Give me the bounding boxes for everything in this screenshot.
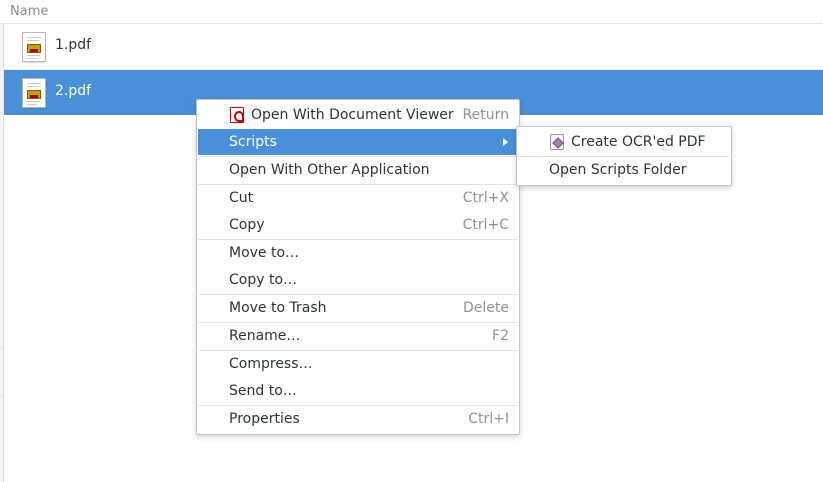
menu-item-label: Scripts xyxy=(229,134,277,150)
script-icon xyxy=(550,134,564,150)
menu-item-accel: Ctrl+X xyxy=(462,190,509,206)
scripts-submenu: Create OCR'ed PDF Open Scripts Folder xyxy=(516,126,732,186)
sidebar-divider xyxy=(0,347,4,348)
column-header-label: Name xyxy=(10,4,49,19)
sidebar-divider xyxy=(0,395,4,396)
menu-item-compress[interactable]: Compress… xyxy=(198,351,518,377)
submenu-arrow-icon xyxy=(503,138,508,146)
menu-item-label: Move to… xyxy=(229,245,300,261)
menu-item-send-to[interactable]: Send to… xyxy=(198,378,518,404)
menu-item-rename[interactable]: Rename… F2 xyxy=(198,323,518,349)
menu-item-label: Send to… xyxy=(229,383,297,399)
menu-item-accel: Return xyxy=(462,107,509,123)
menu-item-create-ocred-pdf[interactable]: Create OCR'ed PDF xyxy=(518,129,730,155)
menu-item-label: Open With Document Viewer xyxy=(251,107,454,123)
context-menu: Open With Document Viewer Return Scripts… xyxy=(196,99,520,435)
pdf-file-icon xyxy=(22,32,46,62)
menu-item-label: Open With Other Application xyxy=(229,162,430,178)
menu-item-open-with-other-application[interactable]: Open With Other Application xyxy=(198,157,518,183)
menu-item-label: Copy xyxy=(229,217,265,233)
menu-item-label: Compress… xyxy=(229,356,313,372)
menu-item-copy[interactable]: Copy Ctrl+C xyxy=(198,212,518,238)
menu-item-label: Cut xyxy=(229,190,254,206)
menu-item-label: Move to Trash xyxy=(229,300,327,316)
file-name: 2.pdf xyxy=(55,83,92,99)
menu-item-label: Rename… xyxy=(229,328,301,344)
menu-item-accel: Ctrl+I xyxy=(468,411,509,427)
menu-item-copy-to[interactable]: Copy to… xyxy=(198,267,518,293)
file-name: 1.pdf xyxy=(55,37,92,53)
menu-item-label: Copy to… xyxy=(229,272,298,288)
file-manager-window: Name 1.pdf 2.pdf Open With Document View… xyxy=(0,0,823,482)
menu-item-move-to-trash[interactable]: Move to Trash Delete xyxy=(198,295,518,321)
menu-item-accel: F2 xyxy=(492,328,509,344)
pdf-file-icon xyxy=(22,78,46,108)
menu-item-scripts[interactable]: Scripts xyxy=(198,129,518,155)
document-viewer-icon xyxy=(230,107,244,123)
menu-item-label: Create OCR'ed PDF xyxy=(571,134,706,150)
menu-item-cut[interactable]: Cut Ctrl+X xyxy=(198,185,518,211)
menu-item-open-with-document-viewer[interactable]: Open With Document Viewer Return xyxy=(198,102,518,128)
menu-item-label: Open Scripts Folder xyxy=(549,162,687,178)
column-header-name[interactable]: Name xyxy=(0,0,823,24)
menu-item-accel: Ctrl+C xyxy=(462,217,509,233)
menu-item-open-scripts-folder[interactable]: Open Scripts Folder xyxy=(518,157,730,183)
menu-item-properties[interactable]: Properties Ctrl+I xyxy=(198,406,518,432)
menu-item-accel: Delete xyxy=(463,300,509,316)
menu-item-label: Properties xyxy=(229,411,300,427)
menu-item-move-to[interactable]: Move to… xyxy=(198,240,518,266)
file-row[interactable]: 1.pdf xyxy=(4,24,823,70)
